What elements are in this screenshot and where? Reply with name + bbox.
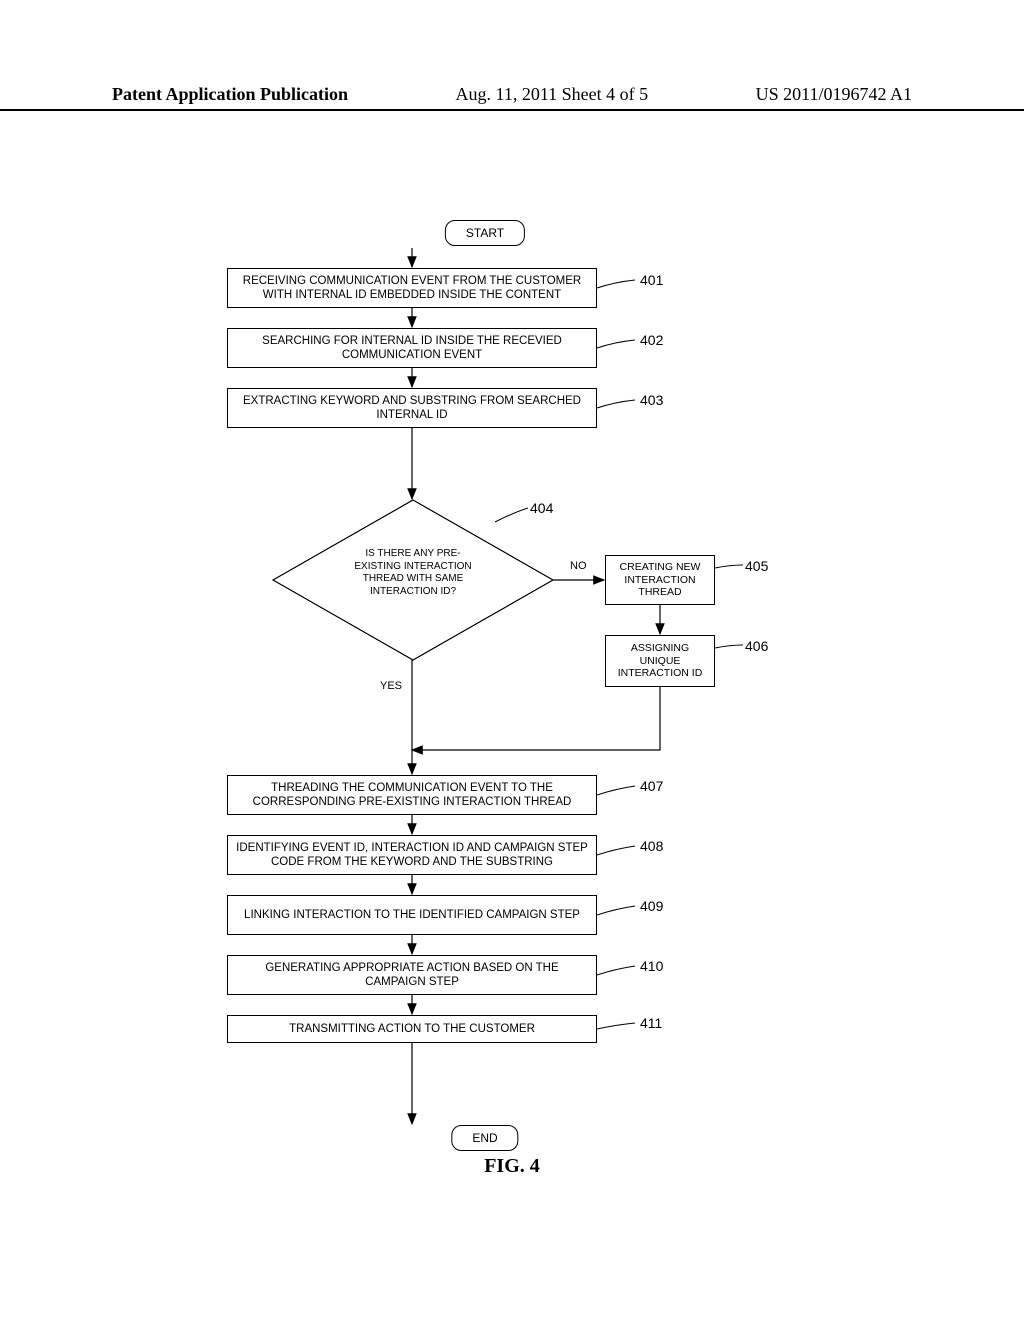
edge-label-yes: YES	[380, 680, 402, 692]
step-410: GENERATING APPROPRIATE ACTION BASED ON T…	[227, 955, 597, 995]
header-left: Patent Application Publication	[112, 84, 348, 105]
ref-401: 401	[640, 272, 663, 288]
figure-caption: FIG. 4	[0, 1155, 1024, 1178]
decision-404-text: IS THERE ANY PRE-EXISTING INTERACTION TH…	[343, 548, 483, 598]
ref-408: 408	[640, 838, 663, 854]
ref-403: 403	[640, 392, 663, 408]
flowchart: START RECEIVING COMMUNICATION EVENT FROM…	[205, 220, 765, 1160]
ref-404: 404	[530, 500, 553, 516]
ref-409: 409	[640, 898, 663, 914]
step-407: THREADING THE COMMUNICATION EVENT TO THE…	[227, 775, 597, 815]
ref-407: 407	[640, 778, 663, 794]
step-405: CREATING NEW INTERACTION THREAD	[605, 555, 715, 605]
page-header: Patent Application Publication Aug. 11, …	[0, 84, 1024, 111]
step-408: IDENTIFYING EVENT ID, INTERACTION ID AND…	[227, 835, 597, 875]
step-403: EXTRACTING KEYWORD AND SUBSTRING FROM SE…	[227, 388, 597, 428]
header-right: US 2011/0196742 A1	[756, 84, 912, 105]
start-terminator: START	[445, 220, 525, 246]
header-mid: Aug. 11, 2011 Sheet 4 of 5	[456, 84, 649, 105]
step-409: LINKING INTERACTION TO THE IDENTIFIED CA…	[227, 895, 597, 935]
step-401: RECEIVING COMMUNICATION EVENT FROM THE C…	[227, 268, 597, 308]
ref-406: 406	[745, 638, 768, 654]
decision-404: IS THERE ANY PRE-EXISTING INTERACTION TH…	[273, 500, 553, 660]
ref-411: 411	[640, 1015, 662, 1031]
step-406: ASSIGNING UNIQUE INTERACTION ID	[605, 635, 715, 687]
ref-410: 410	[640, 958, 663, 974]
edge-label-no: NO	[570, 560, 587, 572]
ref-402: 402	[640, 332, 663, 348]
ref-405: 405	[745, 558, 768, 574]
step-411: TRANSMITTING ACTION TO THE CUSTOMER	[227, 1015, 597, 1043]
step-402: SEARCHING FOR INTERNAL ID INSIDE THE REC…	[227, 328, 597, 368]
end-terminator: END	[451, 1125, 518, 1151]
